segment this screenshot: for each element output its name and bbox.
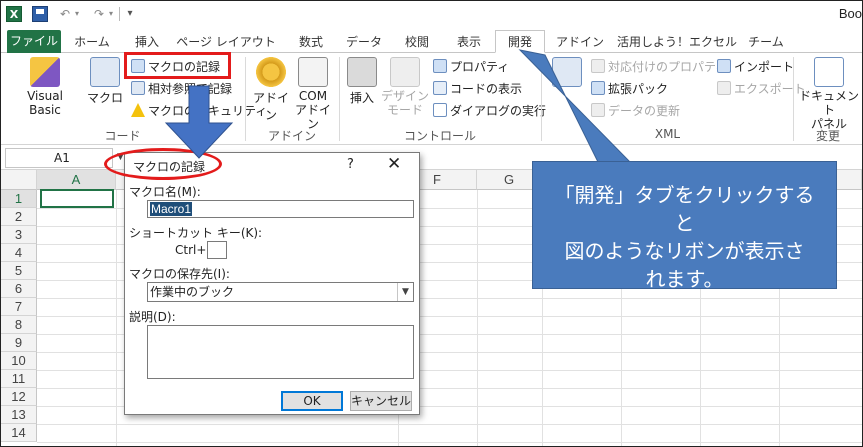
callout-box: 「開発」タブをクリックすると 図のようなリボンが表示さ れます。 (532, 161, 837, 291)
callout-text-line: れます。 (645, 267, 724, 291)
callout-text-line: 図のようなリボンが表示さ (564, 239, 805, 263)
callout-text-line: 「開発」タブをクリックすると (554, 183, 815, 235)
down-arrow-icon (164, 85, 234, 159)
callout-pointer-icon (518, 49, 632, 163)
